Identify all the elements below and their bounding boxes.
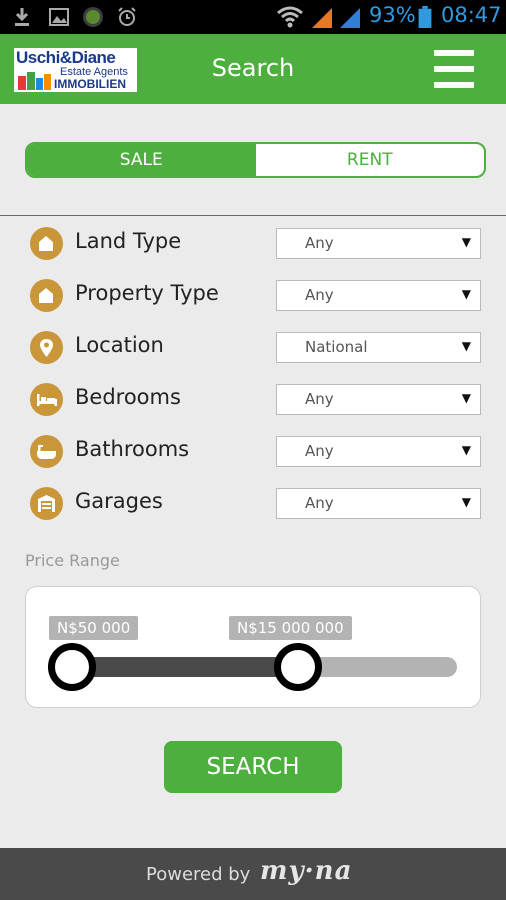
filter-row-property-type: Property Type Any ▼ bbox=[0, 269, 506, 321]
property-type-icon bbox=[30, 279, 63, 312]
garages-select[interactable]: Any ▼ bbox=[276, 488, 481, 519]
myna-logo[interactable]: my·na bbox=[260, 856, 352, 886]
tab-sale[interactable]: SALE bbox=[27, 144, 256, 176]
bathtub-icon bbox=[30, 435, 63, 468]
dropdown-arrow-icon: ▼ bbox=[461, 287, 471, 301]
wifi-icon bbox=[277, 6, 303, 28]
image-icon bbox=[49, 8, 69, 26]
filter-row-bedrooms: Bedrooms Any ▼ bbox=[0, 373, 506, 425]
garage-icon bbox=[30, 487, 63, 520]
location-pin-icon bbox=[30, 331, 63, 364]
powered-by-label: Powered by bbox=[146, 864, 251, 885]
land-type-select[interactable]: Any ▼ bbox=[276, 228, 481, 259]
price-range-card bbox=[25, 586, 481, 708]
filter-label: Garages bbox=[75, 489, 163, 513]
filter-row-garages: Garages Any ▼ bbox=[0, 477, 506, 529]
filter-label: Bedrooms bbox=[75, 385, 181, 409]
app-bar: Uschi&Diane Estate Agents IMMOBILIEN Sea… bbox=[0, 34, 506, 104]
battery-percent: 93% bbox=[369, 3, 416, 27]
divider bbox=[0, 215, 506, 216]
price-min-handle[interactable] bbox=[48, 643, 96, 691]
price-min-tag: N$50 000 bbox=[49, 616, 139, 640]
search-button[interactable]: SEARCH bbox=[164, 741, 342, 793]
bathrooms-select[interactable]: Any ▼ bbox=[276, 436, 481, 467]
dropdown-arrow-icon: ▼ bbox=[461, 495, 471, 509]
app-icon bbox=[83, 7, 103, 27]
signal-icon bbox=[312, 8, 332, 28]
price-slider-selected-range bbox=[72, 657, 298, 677]
tab-rent[interactable]: RENT bbox=[256, 144, 485, 176]
land-type-icon bbox=[30, 227, 63, 260]
price-range-label: Price Range bbox=[25, 551, 120, 570]
price-max-tag: N$15 000 000 bbox=[229, 616, 352, 640]
bedrooms-select[interactable]: Any ▼ bbox=[276, 384, 481, 415]
filter-row-land-type: Land Type Any ▼ bbox=[0, 217, 506, 269]
alarm-icon bbox=[118, 7, 136, 26]
status-bar: 93% 08:47 bbox=[0, 0, 506, 34]
dropdown-arrow-icon: ▼ bbox=[461, 391, 471, 405]
filter-label: Bathrooms bbox=[75, 437, 190, 461]
filter-label: Property Type bbox=[75, 281, 219, 305]
bed-icon bbox=[30, 383, 63, 416]
battery-icon bbox=[418, 6, 432, 28]
filter-label: Location bbox=[75, 333, 164, 357]
price-max-handle[interactable] bbox=[274, 643, 322, 691]
filter-row-bathrooms: Bathrooms Any ▼ bbox=[0, 425, 506, 477]
location-select[interactable]: National ▼ bbox=[276, 332, 481, 363]
sale-rent-toggle: SALE RENT bbox=[25, 142, 486, 178]
download-icon bbox=[15, 8, 29, 26]
clock: 08:47 bbox=[441, 3, 502, 27]
dropdown-arrow-icon: ▼ bbox=[461, 443, 471, 457]
footer: Powered by my·na bbox=[0, 848, 506, 900]
filter-label: Land Type bbox=[75, 229, 182, 253]
page-title: Search bbox=[211, 54, 295, 82]
property-type-select[interactable]: Any ▼ bbox=[276, 280, 481, 311]
hamburger-menu-icon[interactable] bbox=[434, 50, 474, 88]
filter-row-location: Location National ▼ bbox=[0, 321, 506, 373]
dropdown-arrow-icon: ▼ bbox=[461, 235, 471, 249]
signal-icon-2 bbox=[340, 8, 360, 28]
dropdown-arrow-icon: ▼ bbox=[461, 339, 471, 353]
